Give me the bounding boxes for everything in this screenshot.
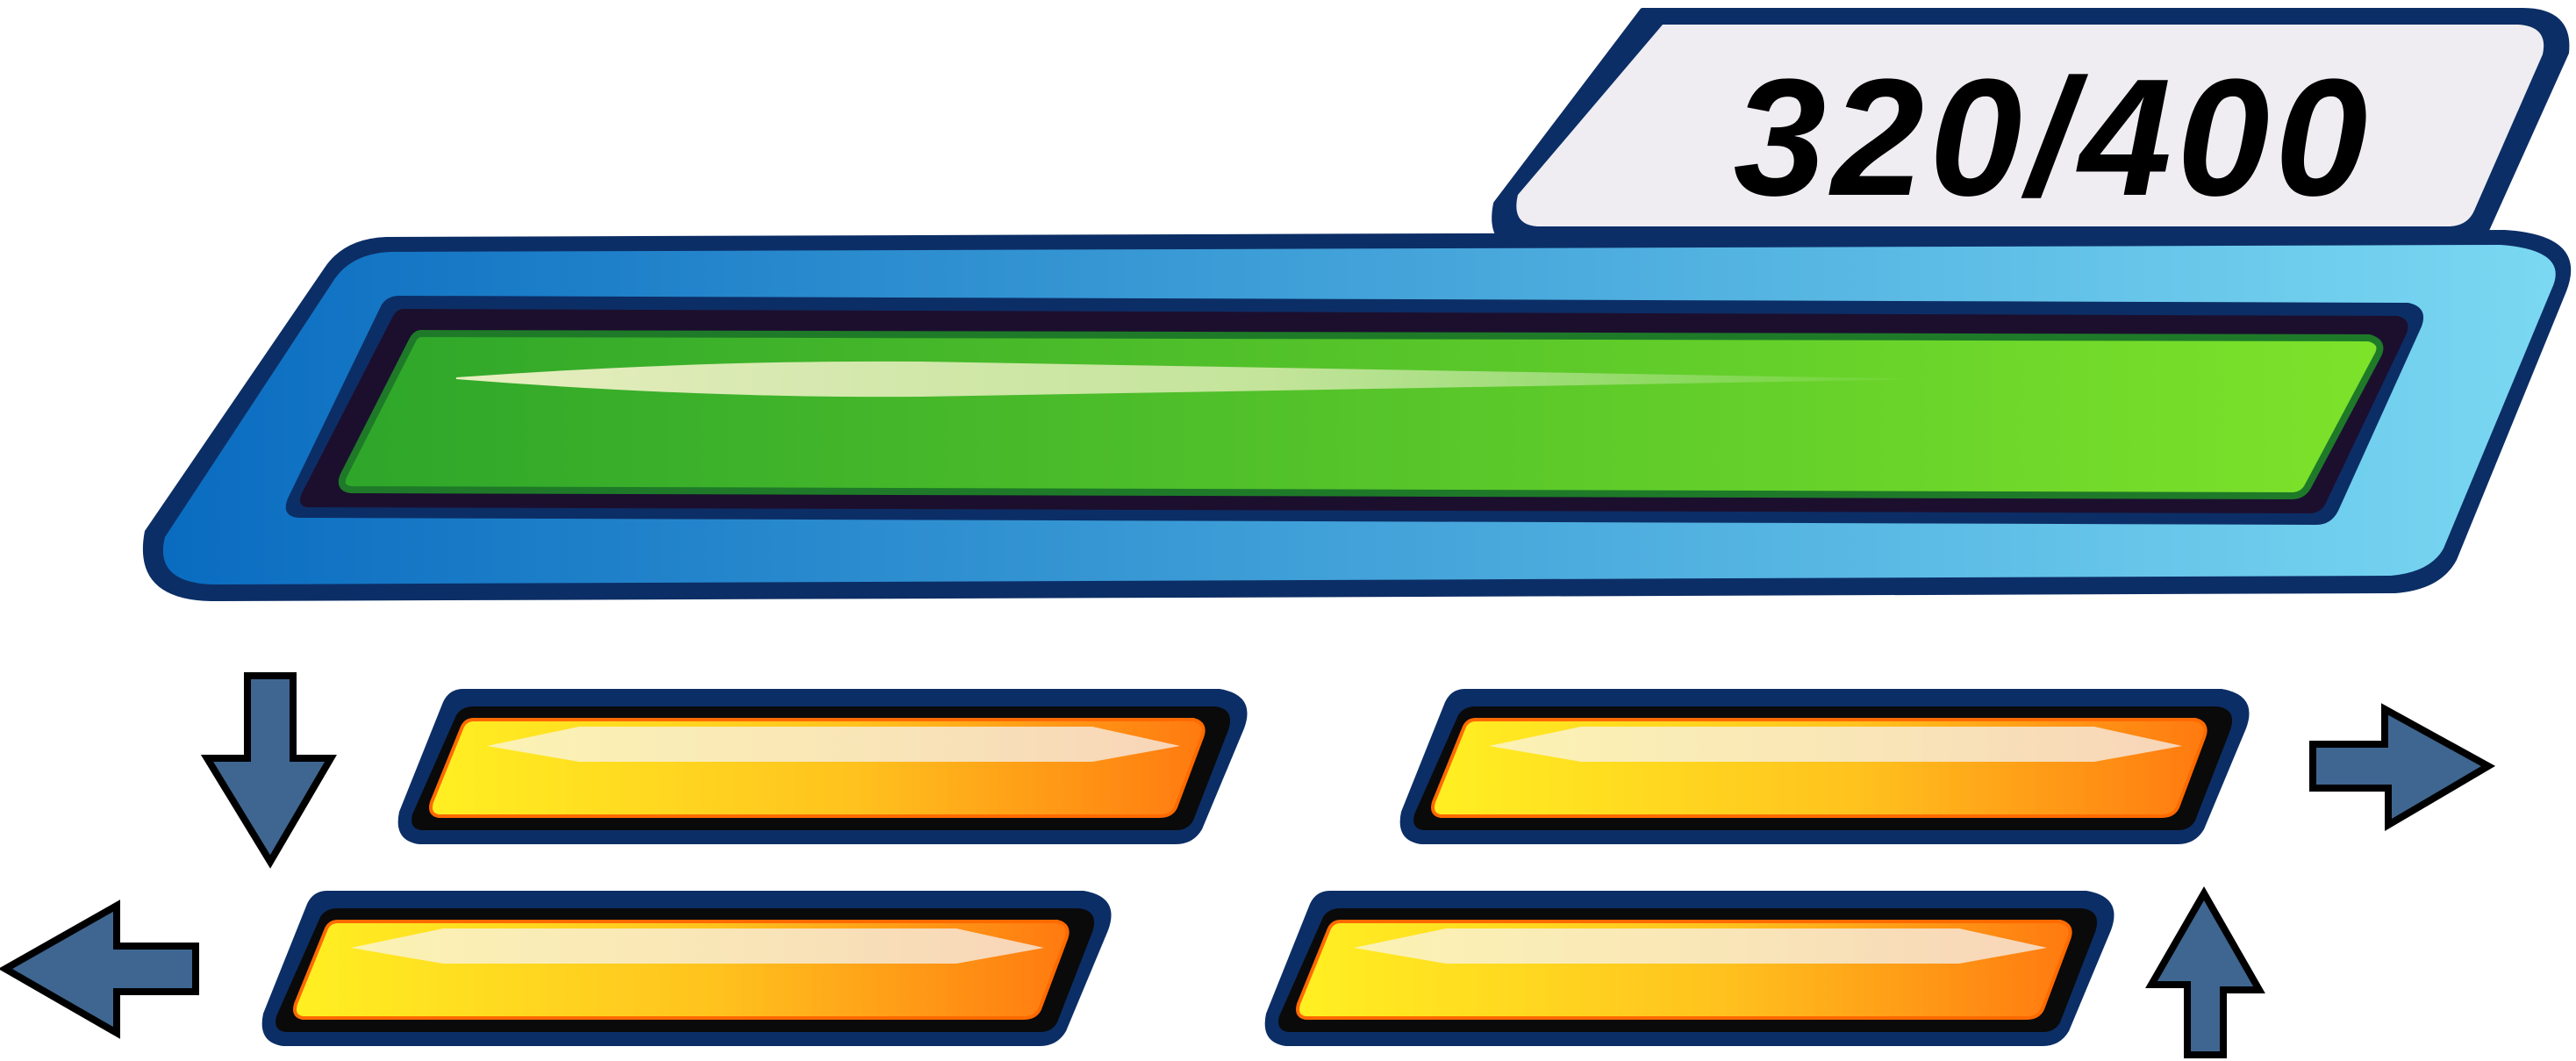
- sub-bar-shine: [1489, 727, 2182, 762]
- arrow-down-icon: [200, 672, 337, 869]
- sub-bar-bottom-left: [261, 891, 1112, 1046]
- arrow-left-icon: [0, 900, 199, 1039]
- sub-bar-top-left: [397, 689, 1248, 844]
- sub-bar-shine: [351, 928, 1044, 964]
- sub-bar-shine: [1354, 928, 2047, 964]
- sub-bar-bottom-right: [1264, 891, 2114, 1046]
- main-bar: [142, 230, 2572, 601]
- main-bar-fill: [338, 330, 2384, 499]
- sub-bar-top-right: [1399, 689, 2250, 844]
- hud-stage: 320/400: [0, 8, 2572, 1058]
- main-bar-fill-group: [338, 330, 2384, 499]
- arrow-right-icon: [2309, 703, 2496, 831]
- counter-panel: 320/400: [1492, 8, 2570, 250]
- sub-bar-shine: [487, 727, 1180, 762]
- arrow-up-icon: [2145, 885, 2265, 1058]
- counter-text: 320/400: [1734, 45, 2373, 231]
